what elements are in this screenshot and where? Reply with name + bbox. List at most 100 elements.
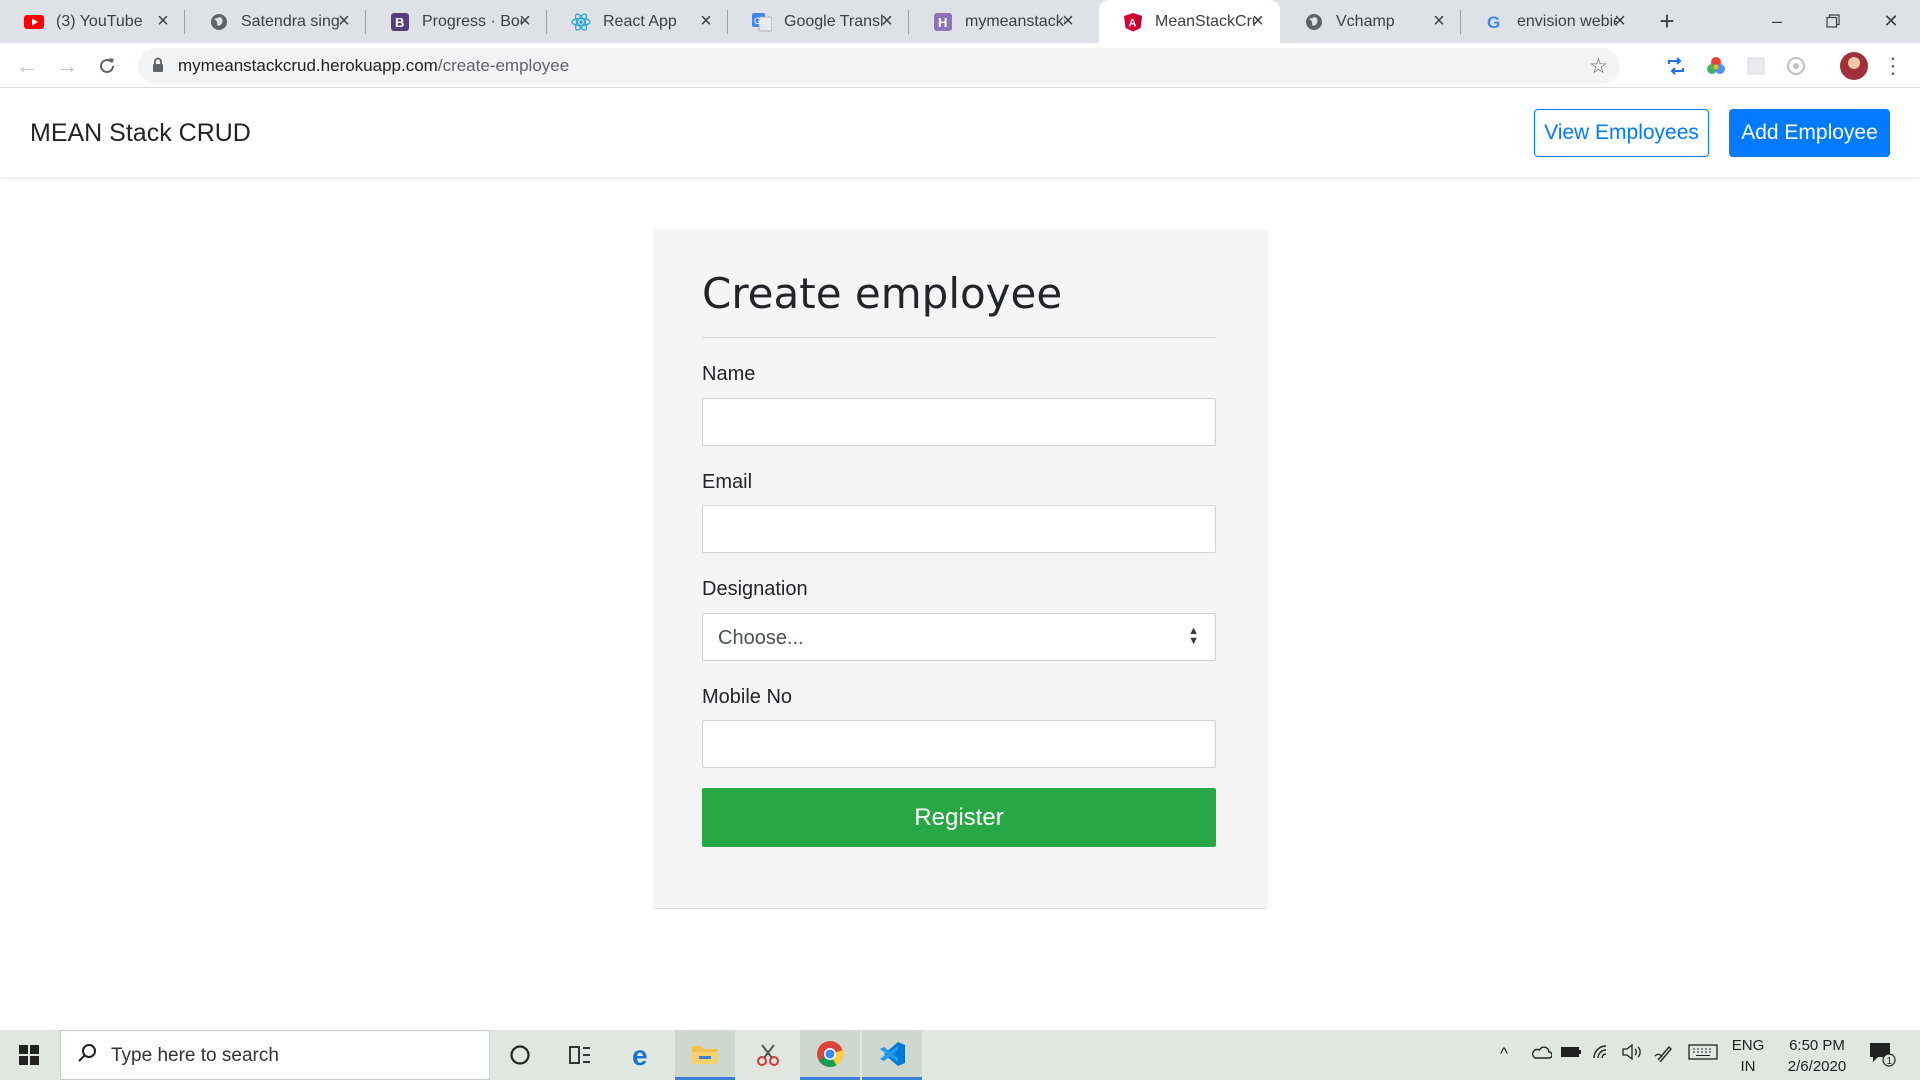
google-translate-icon: G [752, 12, 772, 32]
create-employee-form: Create employee Name Email Designation C… [653, 229, 1268, 909]
snipping-tool-icon[interactable] [738, 1030, 798, 1080]
close-icon[interactable]: × [1058, 11, 1078, 31]
battery-icon[interactable] [1560, 1044, 1582, 1064]
bootstrap-icon: B [390, 12, 410, 32]
chrome-icon[interactable] [800, 1030, 860, 1080]
edge-icon[interactable]: e [613, 1030, 673, 1080]
taskbar-clock[interactable]: 6:50 PM 2/6/2020 [1772, 1035, 1862, 1077]
close-icon[interactable]: × [1610, 11, 1630, 31]
onedrive-icon[interactable] [1530, 1044, 1553, 1064]
extension-sync-icon[interactable] [1663, 53, 1689, 79]
form-title: Create employee [702, 269, 1063, 318]
tab-title: Google Translat [784, 12, 884, 30]
close-icon[interactable]: × [1248, 11, 1268, 31]
tab-title: envision webie [1517, 12, 1617, 30]
pen-workspace-icon[interactable] [1654, 1044, 1674, 1067]
register-button[interactable]: Register [702, 788, 1216, 847]
tab-title: React App [603, 12, 677, 30]
touch-keyboard-icon[interactable] [1688, 1044, 1718, 1065]
forward-icon[interactable]: → [52, 51, 82, 81]
tab-title: Vchamp [1336, 12, 1395, 30]
name-input[interactable] [702, 398, 1216, 446]
url-text: mymeanstackcrud.herokuapp.com/create-emp… [178, 56, 570, 75]
lock-icon[interactable] [152, 57, 164, 78]
profile-avatar[interactable] [1840, 52, 1868, 80]
globe-icon [209, 12, 229, 32]
view-employees-button[interactable]: View Employees [1534, 109, 1709, 157]
extension-color-icon[interactable] [1703, 53, 1729, 79]
browser-menu-icon[interactable]: ⋮ [1882, 51, 1904, 81]
email-input[interactable] [702, 505, 1216, 553]
tab-youtube[interactable]: (3) YouTube × [0, 0, 185, 43]
close-icon[interactable]: × [515, 11, 535, 31]
back-icon[interactable]: ← [12, 51, 42, 81]
react-icon [571, 12, 591, 32]
svg-text:e: e [632, 1041, 648, 1069]
windows-taskbar: Type here to search e ^ ENG IN 6:50 PM 2… [0, 1030, 1920, 1080]
add-employee-button[interactable]: Add Employee [1729, 109, 1890, 157]
name-label: Name [702, 363, 756, 385]
email-label: Email [702, 471, 753, 493]
minimize-icon[interactable]: – [1762, 6, 1792, 36]
close-icon[interactable]: × [334, 11, 354, 31]
close-icon[interactable]: × [877, 11, 897, 31]
heroku-icon: H [933, 12, 953, 32]
browser-toolbar: ← → mymeanstackcrud.herokuapp.com/create… [0, 43, 1920, 88]
vscode-icon[interactable] [862, 1030, 922, 1080]
windows-start-icon[interactable] [0, 1030, 58, 1080]
tab-envision[interactable]: G envision webie × [1461, 0, 1642, 43]
restore-icon[interactable] [1818, 6, 1848, 36]
tab-progress[interactable]: B Progress · Boot × [366, 0, 547, 43]
tab-title: mymeanstackcr [965, 12, 1065, 30]
angular-icon: A [1123, 12, 1143, 32]
svg-text:H: H [938, 15, 947, 30]
svg-text:G: G [1487, 13, 1500, 31]
notification-center-icon[interactable]: 1 [1868, 1041, 1896, 1072]
tab-satendra[interactable]: Satendra singh × [185, 0, 366, 43]
extension-circle-icon[interactable] [1783, 53, 1809, 79]
taskbar-search-box[interactable]: Type here to search [60, 1030, 490, 1080]
clock-time: 6:50 PM [1789, 1037, 1845, 1054]
close-icon[interactable]: × [1429, 11, 1449, 31]
search-icon [77, 1043, 97, 1069]
svg-text:G: G [754, 16, 761, 26]
divider [702, 337, 1216, 338]
mobile-label: Mobile No [702, 686, 793, 708]
mobile-input[interactable] [702, 720, 1216, 768]
show-hidden-icons-chevron-icon[interactable]: ^ [1500, 1044, 1508, 1064]
close-icon[interactable]: × [153, 11, 173, 31]
tab-google-translate[interactable]: G Google Translat × [728, 0, 909, 43]
address-bar[interactable]: mymeanstackcrud.herokuapp.com/create-emp… [138, 48, 1620, 84]
google-icon: G [1485, 12, 1505, 32]
svg-text:A: A [1129, 17, 1137, 29]
tab-title: MeanStackCrud [1155, 12, 1255, 30]
brand-title[interactable]: MEAN Stack CRUD [30, 119, 251, 148]
close-icon[interactable]: × [696, 11, 716, 31]
clock-date: 2/6/2020 [1787, 1058, 1847, 1075]
tab-vchamp[interactable]: Vchamp × [1280, 0, 1461, 43]
taskbar-search-placeholder: Type here to search [111, 1045, 279, 1066]
extension-grid-icon[interactable] [1743, 53, 1769, 79]
select-caret-icon: ▲ ▼ [1188, 625, 1199, 647]
app-navbar: MEAN Stack CRUD View Employees Add Emplo… [0, 89, 1920, 177]
task-view-icon[interactable] [550, 1030, 610, 1080]
tab-react-app[interactable]: React App × [547, 0, 728, 43]
designation-selected-value: Choose... [718, 627, 804, 649]
youtube-icon [24, 12, 44, 32]
window-close-icon[interactable]: ✕ [1876, 6, 1906, 36]
tab-title: (3) YouTube [56, 12, 143, 30]
new-tab-button[interactable]: + [1653, 8, 1681, 36]
volume-icon[interactable] [1622, 1043, 1644, 1065]
bookmark-star-icon[interactable]: ☆ [1589, 54, 1608, 79]
reload-icon[interactable] [92, 51, 122, 81]
globe-icon [1304, 12, 1324, 32]
cortana-icon[interactable] [490, 1030, 550, 1080]
designation-select[interactable]: Choose... ▲ ▼ [702, 613, 1216, 661]
tab-meanstackcrud[interactable]: A MeanStackCrud × [1099, 0, 1280, 43]
tab-heroku[interactable]: H mymeanstackcr × [909, 0, 1090, 43]
input-language-indicator[interactable]: ENG IN [1728, 1035, 1768, 1077]
tab-title: Progress · Boot [422, 12, 522, 30]
browser-tab-strip: (3) YouTube × Satendra singh × B Progres… [0, 0, 1920, 43]
wifi-icon[interactable] [1592, 1044, 1612, 1065]
file-explorer-icon[interactable] [675, 1030, 735, 1080]
